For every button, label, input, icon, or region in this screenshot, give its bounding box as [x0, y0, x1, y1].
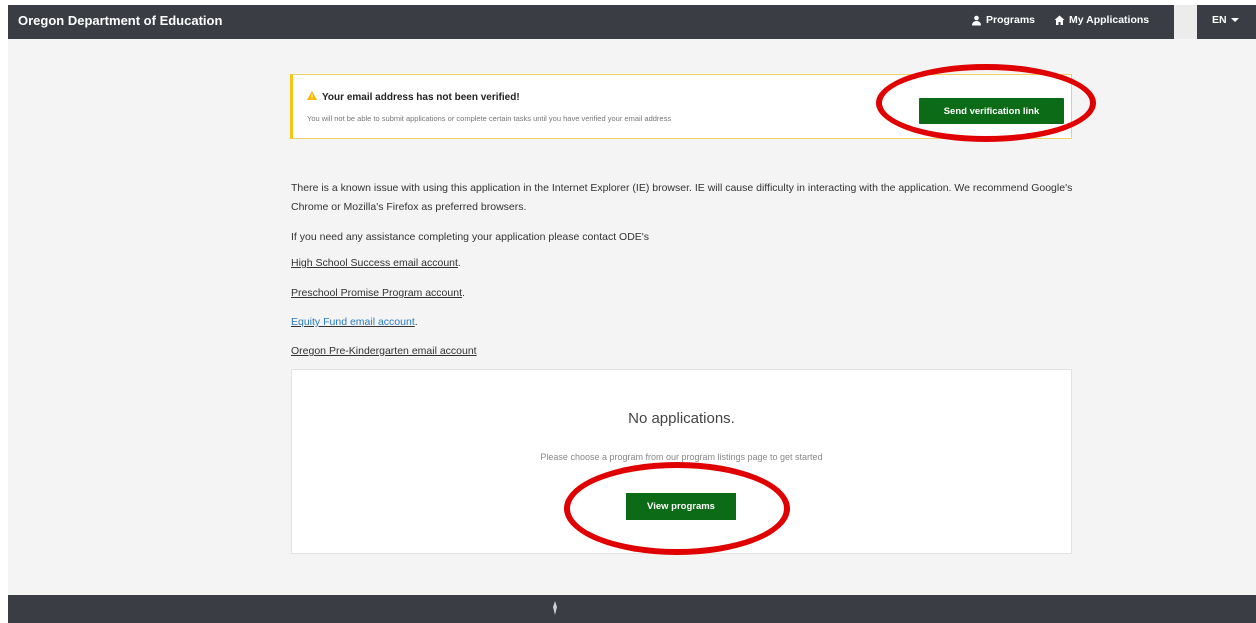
assistance-text: If you need any assistance completing yo… — [291, 231, 650, 243]
alert-title: Your email address has not been verified… — [307, 91, 520, 103]
link-label: Oregon Pre-Kindergarten email account — [291, 345, 477, 357]
main-content: There is a known issue with using this a… — [291, 179, 1091, 357]
oregon-pre-k-link[interactable]: Oregon Pre-Kindergarten email account — [291, 345, 477, 357]
caret-down-icon — [1230, 18, 1239, 22]
preschool-promise-link[interactable]: Preschool Promise Program account. — [291, 287, 465, 299]
link-suffix: . — [462, 287, 465, 299]
link-label: Equity Fund email account — [291, 316, 415, 328]
email-verification-alert: Your email address has not been verified… — [290, 74, 1072, 139]
send-verification-link-button[interactable]: Send verification link — [919, 98, 1064, 124]
nav-programs[interactable]: Programs — [971, 14, 1035, 26]
empty-state-subtitle: Please choose a program from our program… — [540, 452, 823, 462]
language-label: EN — [1212, 14, 1227, 26]
alert-text: You will not be able to submit applicati… — [307, 114, 672, 123]
oregon-logo-icon — [550, 601, 560, 620]
language-dropdown[interactable]: EN — [1212, 14, 1239, 26]
brand-title[interactable]: Oregon Department of Education — [18, 13, 222, 28]
footer — [8, 595, 1256, 623]
link-label: High School Success email account — [291, 257, 458, 269]
high-school-success-link[interactable]: High School Success email account. — [291, 257, 461, 269]
home-icon — [1054, 15, 1065, 26]
nav-programs-label: Programs — [986, 14, 1036, 26]
alert-title-text: Your email address has not been verified… — [322, 91, 520, 103]
link-label: Preschool Promise Program account — [291, 287, 462, 299]
link-suffix: . — [457, 257, 461, 269]
empty-state-title: No applications. — [628, 410, 735, 427]
top-navbar: Oregon Department of Education Programs … — [8, 5, 1256, 39]
app-shell: Oregon Department of Education Programs … — [8, 5, 1256, 623]
nav-my-applications[interactable]: My Applications — [1054, 14, 1149, 26]
view-programs-button[interactable]: View programs — [626, 493, 736, 520]
equity-fund-link[interactable]: Equity Fund email account. — [291, 316, 418, 328]
avatar[interactable] — [1174, 5, 1197, 39]
nav-my-applications-label: My Applications — [1069, 14, 1150, 26]
link-suffix: . — [414, 316, 418, 328]
warning-icon — [307, 91, 317, 103]
ie-browser-notice: There is a known issue with using this a… — [291, 182, 1073, 213]
users-icon — [971, 15, 982, 26]
empty-applications-panel: No applications. Please choose a program… — [291, 369, 1072, 554]
